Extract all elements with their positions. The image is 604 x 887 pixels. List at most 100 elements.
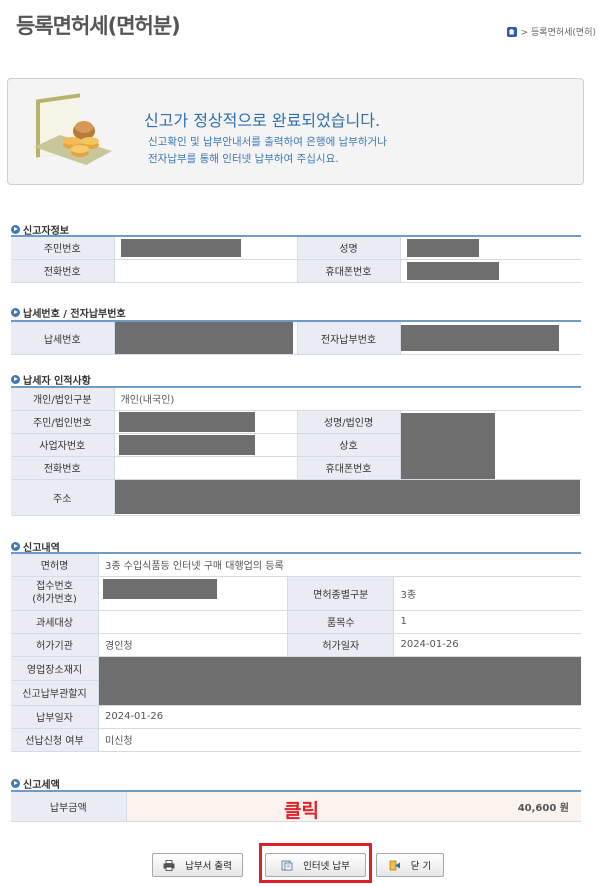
label-trade-name: 상호 bbox=[297, 433, 401, 457]
label-permit-date: 허가일자 bbox=[287, 633, 395, 657]
label-phone: 전화번호 bbox=[11, 259, 115, 283]
value-permit-date: 2024-01-26 bbox=[393, 633, 581, 657]
label-epay-no: 전자납부번호 bbox=[297, 321, 401, 355]
value-license-name: 3종 수입식품등 인터넷 구매 대행업의 등록 bbox=[98, 553, 581, 577]
redacted-block bbox=[120, 238, 241, 257]
table-row: 과세대상 품목수 1 bbox=[11, 610, 581, 634]
redacted-block bbox=[406, 261, 499, 280]
redacted-block bbox=[118, 434, 255, 455]
table-row: 납부일자 2024-01-26 bbox=[11, 705, 581, 729]
value-pay-date: 2024-01-26 bbox=[98, 705, 581, 729]
table-row: 전화번호 휴대폰번호 bbox=[11, 259, 581, 283]
notice-line-1: 신고확인 및 납부안내서를 출력하여 은행에 납부하거나 bbox=[148, 136, 387, 148]
value-phone bbox=[114, 259, 298, 283]
value-business-no bbox=[114, 433, 298, 457]
value-pay-amount: 40,600 원 bbox=[126, 791, 581, 822]
section-title-tax-amount: 신고세액 bbox=[11, 776, 60, 791]
close-label: 닫 기 bbox=[410, 861, 432, 872]
table-row: 면허명 3종 수입식품등 인터넷 구매 대행업의 등록 bbox=[11, 553, 581, 577]
tax-no-table: 납세번호 전자납부번호 bbox=[11, 320, 581, 355]
label-business-no: 사업자번호 bbox=[11, 433, 115, 457]
section-title-taxpayer: 납세자 인적사항 bbox=[11, 372, 91, 387]
value-taxpayer-phone bbox=[114, 456, 298, 480]
value-address bbox=[114, 479, 581, 516]
label-license-class: 면허종별구분 bbox=[287, 576, 395, 611]
label-mobile: 휴대폰번호 bbox=[297, 259, 401, 283]
table-row: 접수번호 (허가번호) 면허종별구분 3종 bbox=[11, 576, 581, 611]
section-bullet-icon bbox=[11, 779, 20, 788]
label-name-corp: 성명/법인명 bbox=[297, 410, 401, 434]
click-annotation: 클릭 bbox=[284, 800, 319, 822]
section-bullet-icon bbox=[11, 225, 20, 234]
section-title-tax-no: 납세번호 / 전자납부번호 bbox=[11, 305, 126, 320]
label-taxpayer-phone: 전화번호 bbox=[11, 456, 115, 480]
click-highlight-box bbox=[259, 843, 372, 883]
label-authority: 허가기관 bbox=[11, 633, 99, 657]
notice-title: 신고가 정상적으로 완료되었습니다. bbox=[144, 111, 381, 130]
reporter-table: 주민번호 성명 전화번호 휴대폰번호 bbox=[11, 235, 581, 283]
label-count: 품목수 bbox=[287, 610, 395, 634]
label-business-addr: 영업장소재지 bbox=[11, 656, 99, 681]
section-bullet-icon bbox=[11, 542, 20, 551]
label-taxable: 과세대상 bbox=[11, 610, 99, 634]
label-tax-no: 납세번호 bbox=[11, 321, 115, 355]
table-row: 영업장소재지 bbox=[11, 656, 581, 706]
label-receipt-no: 접수번호 (허가번호) bbox=[11, 576, 99, 611]
table-row: 선납신청 여부 미신청 bbox=[11, 728, 581, 752]
label-name: 성명 bbox=[297, 236, 401, 260]
value-tax-no bbox=[114, 321, 298, 355]
value-name bbox=[400, 236, 581, 260]
redacted-block bbox=[118, 411, 255, 432]
redacted-block bbox=[114, 322, 293, 354]
table-row: 개인/법인구분 개인(내국인) bbox=[11, 387, 581, 411]
value-taxable bbox=[98, 610, 289, 634]
label-type: 개인/법인구분 bbox=[11, 387, 115, 411]
completion-notice: 신고가 정상적으로 완료되었습니다. 신고확인 및 납부안내서를 출력하여 은행… bbox=[7, 78, 584, 185]
redacted-block bbox=[400, 412, 495, 479]
section-bullet-icon bbox=[11, 375, 20, 384]
value-resident-corp-no bbox=[114, 410, 298, 434]
coins-folder-icon bbox=[34, 93, 112, 165]
printer-icon bbox=[163, 859, 175, 871]
value-authority: 경인청 bbox=[98, 633, 289, 657]
value-epay-no bbox=[400, 321, 581, 355]
table-row: 주민번호 성명 bbox=[11, 236, 581, 260]
value-receipt-no bbox=[98, 576, 289, 611]
exit-icon bbox=[389, 860, 400, 870]
value-type: 개인(내국인) bbox=[114, 387, 581, 411]
print-bill-button[interactable]: 납부서 출력 bbox=[152, 853, 243, 877]
notice-description: 신고확인 및 납부안내서를 출력하여 은행에 납부하거나 전자납부를 통해 인터… bbox=[148, 134, 387, 168]
label-pay-amount: 납부금액 bbox=[11, 791, 127, 822]
value-business-addr bbox=[98, 656, 581, 706]
value-resident-no bbox=[114, 236, 298, 260]
table-row: 허가기관 경인청 허가일자 2024-01-26 bbox=[11, 633, 581, 657]
home-icon[interactable] bbox=[506, 26, 517, 37]
label-resident-corp-no: 주민/법인번호 bbox=[11, 410, 115, 434]
redacted-block bbox=[114, 480, 580, 514]
table-row: 주소 bbox=[11, 479, 581, 516]
label-address: 주소 bbox=[11, 479, 115, 516]
label-taxpayer-mobile: 휴대폰번호 bbox=[297, 456, 401, 480]
value-mobile bbox=[400, 259, 581, 283]
section-bullet-icon bbox=[11, 308, 20, 317]
page-title: 등록면허세(면허분) bbox=[16, 14, 181, 38]
label-pay-date: 납부일자 bbox=[11, 705, 99, 729]
close-button[interactable]: 닫 기 bbox=[376, 853, 444, 877]
print-bill-label: 납부서 출력 bbox=[185, 861, 232, 872]
breadcrumb: > 등록면허세(면허) bbox=[506, 25, 596, 38]
redacted-block bbox=[103, 578, 217, 599]
value-license-class: 3종 bbox=[393, 576, 581, 611]
redacted-block bbox=[406, 238, 479, 257]
breadcrumb-text: > 등록면허세(면허) bbox=[520, 28, 596, 38]
table-row: 납세번호 전자납부번호 bbox=[11, 321, 581, 355]
label-license-name: 면허명 bbox=[11, 553, 99, 577]
label-jurisdiction: 신고납부관할지 bbox=[11, 680, 99, 706]
redacted-block bbox=[99, 656, 581, 705]
label-prepay: 선납신청 여부 bbox=[11, 728, 99, 752]
redacted-block bbox=[400, 325, 559, 351]
label-resident-no: 주민번호 bbox=[11, 236, 115, 260]
table-row: 주민/법인번호 성명/법인명 bbox=[11, 410, 581, 480]
report-table: 면허명 3종 수입식품등 인터넷 구매 대행업의 등록 접수번호 (허가번호) … bbox=[11, 552, 581, 752]
value-prepay: 미신청 bbox=[98, 728, 581, 752]
value-name-corp bbox=[400, 410, 581, 480]
